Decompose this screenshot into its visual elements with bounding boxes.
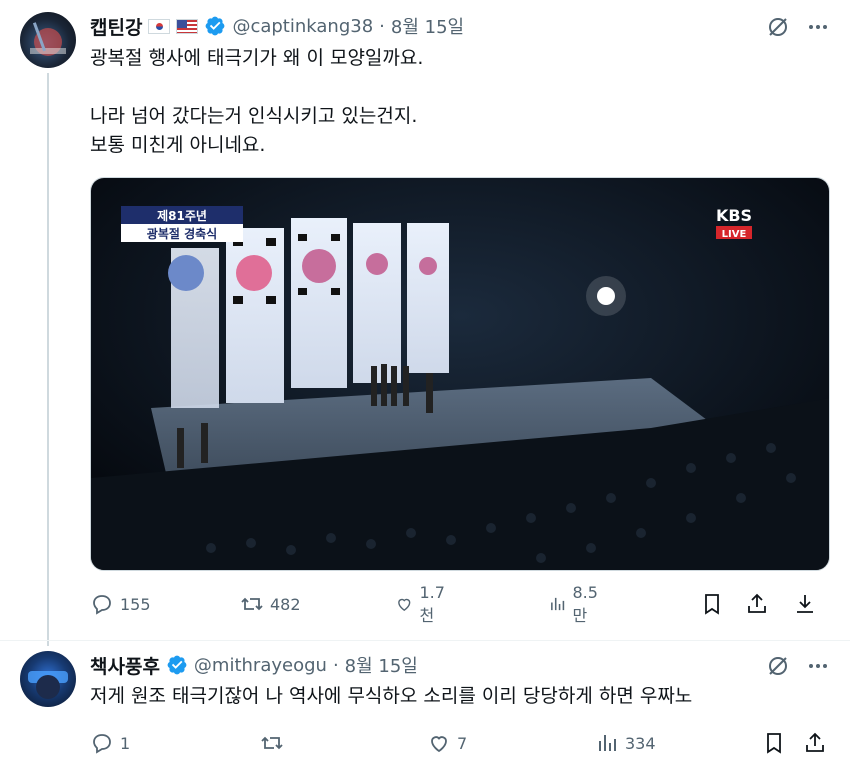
like-button[interactable]: 1.7천 bbox=[395, 583, 450, 625]
tweet-text: 저게 원조 태극기잖어 나 역사에 무식하오 소리를 이리 당당하게 하면 우짜… bbox=[90, 685, 693, 707]
reply-icon bbox=[93, 734, 111, 754]
verified-badge-icon bbox=[204, 15, 226, 37]
handle[interactable]: @mithrayeogu bbox=[194, 655, 327, 676]
views-button[interactable]: 8.5만 bbox=[548, 583, 603, 625]
like-icon bbox=[431, 736, 447, 753]
share-button[interactable] bbox=[745, 589, 769, 619]
avatar[interactable] bbox=[20, 651, 76, 707]
share-icon bbox=[748, 593, 766, 613]
views-count: 334 bbox=[625, 733, 656, 753]
media-caption-line2: 광복절 경축식 bbox=[147, 226, 217, 241]
bookmark-button[interactable] bbox=[762, 728, 786, 758]
like-count: 1.7천 bbox=[419, 582, 445, 625]
kr-flag-icon bbox=[148, 18, 171, 34]
grok-icon[interactable] bbox=[765, 653, 791, 679]
tweet-header: 캡틴강 @captinkang38 · 8월 15일 bbox=[90, 12, 464, 40]
grok-icon[interactable] bbox=[765, 14, 791, 40]
display-name[interactable]: 책사풍후 bbox=[90, 652, 160, 679]
display-name[interactable]: 캡틴강 bbox=[90, 13, 142, 40]
tweet[interactable]: 책사풍후 @mithrayeogu · 8월 15일 저게 원조 태극기잖어 나… bbox=[0, 641, 850, 778]
tweet-top-actions bbox=[765, 14, 845, 40]
us-flag-icon bbox=[176, 18, 199, 34]
tweet-header: 책사풍후 @mithrayeogu · 8월 15일 bbox=[90, 651, 418, 679]
tweet[interactable]: 캡틴강 @captinkang38 · 8월 15일 광복절 행사에 태극기가 … bbox=[0, 0, 850, 640]
reply-icon bbox=[93, 595, 111, 615]
views-icon bbox=[599, 735, 616, 751]
handle[interactable]: @captinkang38 bbox=[232, 16, 373, 37]
separator: · bbox=[379, 15, 385, 37]
more-icon[interactable] bbox=[805, 653, 831, 679]
broadcaster-logo: KBS bbox=[716, 206, 752, 225]
retweet-button[interactable]: 482 bbox=[240, 589, 301, 619]
avatar[interactable] bbox=[20, 12, 76, 68]
tweet-text: 광복절 행사에 태극기가 왜 이 모양일까요. 나라 넘어 갔다는거 인식시키고… bbox=[90, 47, 424, 156]
views-button[interactable]: 334 bbox=[595, 728, 656, 758]
like-button[interactable]: 7 bbox=[427, 728, 467, 758]
media-caption-line1: 제81주년 bbox=[157, 209, 207, 223]
tweet-media-image[interactable]: 제81주년 광복절 경축식 KBS LIVE bbox=[90, 177, 830, 571]
reply-button[interactable]: 155 bbox=[90, 589, 151, 619]
tweet-top-actions bbox=[765, 653, 845, 679]
retweet-icon bbox=[241, 597, 263, 611]
download-button[interactable] bbox=[793, 589, 817, 619]
like-icon bbox=[398, 598, 411, 611]
retweet-count: 482 bbox=[270, 594, 301, 614]
download-icon bbox=[797, 595, 813, 613]
verified-badge-icon bbox=[166, 654, 188, 676]
retweet-icon bbox=[261, 736, 283, 750]
timestamp[interactable]: 8월 15일 bbox=[391, 13, 464, 39]
bookmark-icon bbox=[767, 733, 781, 754]
separator: · bbox=[332, 654, 339, 676]
timestamp[interactable]: 8월 15일 bbox=[345, 652, 418, 678]
more-icon[interactable] bbox=[805, 14, 831, 40]
bookmark-icon bbox=[705, 594, 719, 615]
live-label: LIVE bbox=[722, 229, 747, 240]
views-icon bbox=[551, 597, 565, 611]
retweet-button[interactable] bbox=[260, 728, 290, 758]
like-count: 7 bbox=[457, 733, 468, 753]
share-button[interactable] bbox=[803, 728, 827, 758]
reply-button[interactable]: 1 bbox=[90, 728, 130, 758]
share-icon bbox=[806, 732, 824, 752]
views-count: 8.5만 bbox=[572, 582, 598, 625]
reply-count: 1 bbox=[120, 733, 131, 753]
reply-count: 155 bbox=[120, 594, 151, 614]
bookmark-button[interactable] bbox=[700, 589, 724, 619]
